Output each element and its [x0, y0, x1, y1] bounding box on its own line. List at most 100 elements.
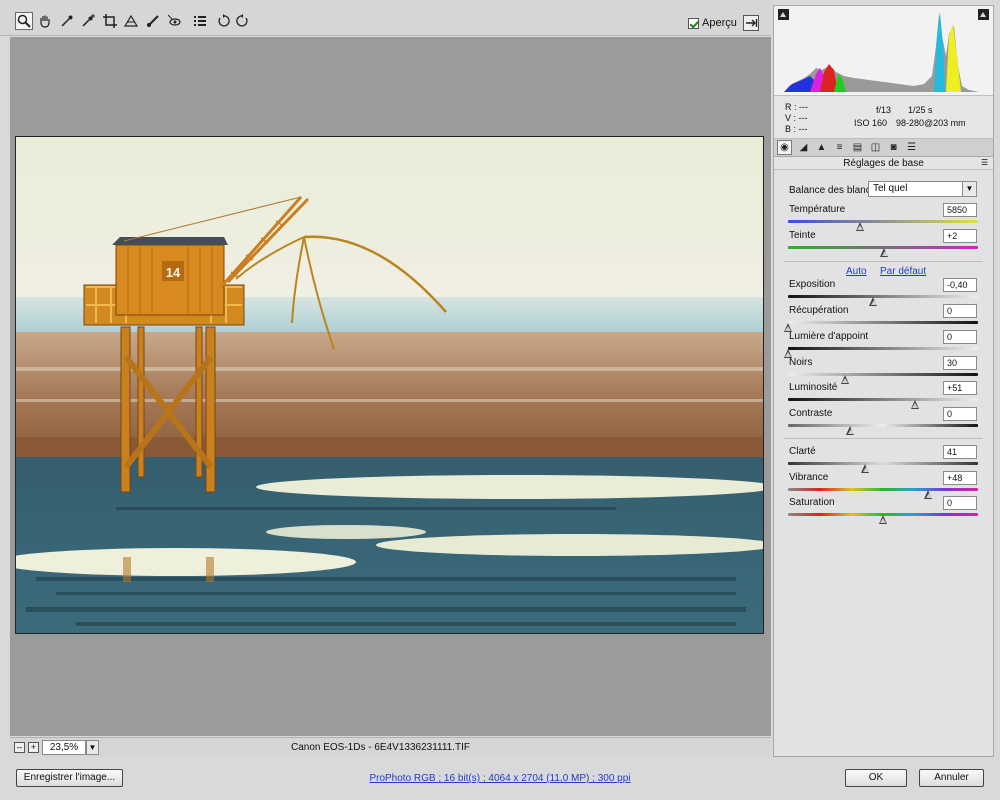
exposure-slider-thumb[interactable]: [869, 297, 878, 306]
divider: [784, 438, 983, 439]
separator: -: [368, 742, 372, 753]
crop-icon: [103, 14, 117, 28]
rotate-right-tool[interactable]: [234, 12, 252, 30]
straighten-icon: [124, 14, 138, 27]
temperature-label: Température: [789, 204, 846, 215]
tab-hsl[interactable]: ≡: [832, 140, 847, 155]
tint-value-field[interactable]: +2: [943, 229, 977, 243]
fullscreen-icon: [746, 19, 758, 27]
red-eye-tool[interactable]: [165, 12, 183, 30]
vibrance-slider-thumb[interactable]: [924, 490, 933, 499]
crop-tool[interactable]: [101, 12, 119, 30]
tab-camera-calibration[interactable]: ◙: [886, 140, 901, 155]
histogram: [774, 6, 993, 96]
tab-presets[interactable]: ☰: [904, 140, 919, 155]
white-balance-tool[interactable]: [58, 12, 76, 30]
brightness-value-field[interactable]: +51: [943, 381, 977, 395]
exposure-label: Exposition: [789, 279, 836, 290]
red-readout: R : ---: [785, 102, 808, 112]
lens-icon: ◫: [870, 142, 881, 153]
brightness-slider-track[interactable]: [788, 398, 978, 401]
clarity-value-field[interactable]: 41: [943, 445, 977, 459]
exposure-slider-track[interactable]: [788, 295, 978, 298]
ok-button[interactable]: OK: [845, 769, 907, 787]
vibrance-label: Vibrance: [789, 472, 829, 483]
tint-slider-thumb[interactable]: [880, 248, 889, 257]
hand-tool[interactable]: [36, 12, 54, 30]
toolbar: Aperçu: [0, 0, 771, 36]
saturation-value-field[interactable]: 0: [943, 496, 977, 510]
preview-label: Aperçu: [702, 17, 737, 29]
brightness-slider-thumb[interactable]: [910, 400, 920, 409]
blacks-value-field[interactable]: 30: [943, 356, 977, 370]
preview-checkbox[interactable]: [688, 17, 699, 29]
tab-lens[interactable]: ◫: [868, 140, 883, 155]
adjustments-panel: R : --- V : --- B : --- f/13 1/25 s ISO 1…: [773, 5, 994, 757]
status-bar: – + 23,5% ▼ Canon EOS-1Ds - 6E4V13362311…: [10, 737, 771, 757]
contrast-value-field[interactable]: 0: [943, 407, 977, 421]
blacks-slider-thumb[interactable]: [840, 375, 850, 384]
aperture-icon: ◉: [780, 142, 789, 153]
fullscreen-button[interactable]: [743, 15, 759, 31]
exposure-value-field[interactable]: -0,40: [943, 278, 977, 292]
brightness-label: Luminosité: [789, 382, 838, 393]
preview-toggle[interactable]: Aperçu: [688, 16, 737, 30]
straighten-tool[interactable]: [122, 12, 140, 30]
shutter-speed: 1/25 s: [908, 105, 933, 115]
chevron-down-icon: ▼: [962, 182, 976, 196]
camera-icon: ◙: [890, 142, 897, 153]
readouts: R : --- V : --- B : --- f/13 1/25 s ISO 1…: [774, 97, 993, 139]
curve-icon: ◢: [799, 142, 808, 153]
panel-menu-icon[interactable]: ☰: [981, 159, 989, 167]
clarity-label: Clarté: [789, 446, 816, 457]
auto-link[interactable]: Auto: [846, 266, 867, 277]
temperature-slider-thumb[interactable]: [855, 222, 865, 231]
tint-label: Teinte: [789, 230, 816, 241]
blacks-label: Noirs: [789, 357, 813, 368]
tab-split-toning[interactable]: ▤: [850, 140, 865, 155]
fill-light-slider-track[interactable]: [788, 347, 978, 350]
divider: [784, 261, 983, 262]
split-toning-icon: ▤: [852, 142, 863, 153]
brush-icon: [147, 15, 159, 27]
recovery-value-field[interactable]: 0: [943, 304, 977, 318]
contrast-slider-track[interactable]: [788, 424, 978, 427]
fill-light-value-field[interactable]: 0: [943, 330, 977, 344]
zoom-tool[interactable]: [15, 12, 33, 30]
blacks-slider-track[interactable]: [788, 373, 978, 376]
vibrance-slider-track[interactable]: [788, 488, 978, 491]
camera-model: Canon EOS-1Ds: [290, 742, 366, 753]
rotate-left-icon: [218, 14, 230, 27]
color-sampler-tool[interactable]: [79, 12, 97, 30]
retouch-tool[interactable]: [144, 12, 162, 30]
recovery-slider-track[interactable]: [788, 321, 978, 324]
clarity-slider-thumb[interactable]: [861, 464, 870, 473]
red-eye-icon: [167, 14, 181, 26]
file-name: 6E4V1336231111.TIF: [374, 742, 470, 753]
iso: ISO 160: [854, 118, 888, 128]
vibrance-value-field[interactable]: +48: [943, 471, 977, 485]
tab-basic[interactable]: ◉: [777, 140, 792, 155]
cancel-button[interactable]: Annuler: [919, 769, 984, 787]
rotate-left-tool[interactable]: [214, 12, 232, 30]
preferences-tool[interactable]: [191, 12, 209, 30]
white-balance-select[interactable]: Tel quel ▼: [868, 181, 977, 197]
file-info: Canon EOS-1Ds - 6E4V1336231111.TIF: [10, 742, 751, 753]
tab-detail[interactable]: ▲: [814, 140, 829, 155]
aperture: f/13: [876, 105, 892, 115]
contrast-slider-thumb[interactable]: [846, 426, 855, 435]
photo-preview[interactable]: 14: [15, 136, 764, 634]
blue-readout: B : ---: [785, 124, 808, 134]
rotate-right-icon: [236, 14, 248, 27]
default-link[interactable]: Par défaut: [880, 266, 926, 277]
image-canvas[interactable]: 14: [10, 37, 771, 736]
temperature-value-field[interactable]: 5850: [943, 203, 977, 217]
temperature-slider-track[interactable]: [788, 220, 978, 223]
saturation-slider-thumb[interactable]: [878, 515, 888, 524]
clarity-slider-track[interactable]: [788, 462, 978, 465]
rgb-readout: R : --- V : --- B : ---: [785, 102, 808, 135]
panel-tabs: ◉ ◢ ▲ ≡ ▤ ◫ ◙ ☰: [774, 139, 993, 157]
tab-tone-curve[interactable]: ◢: [796, 140, 811, 155]
contrast-label: Contraste: [789, 408, 833, 419]
color-sampler-icon: [82, 14, 95, 27]
